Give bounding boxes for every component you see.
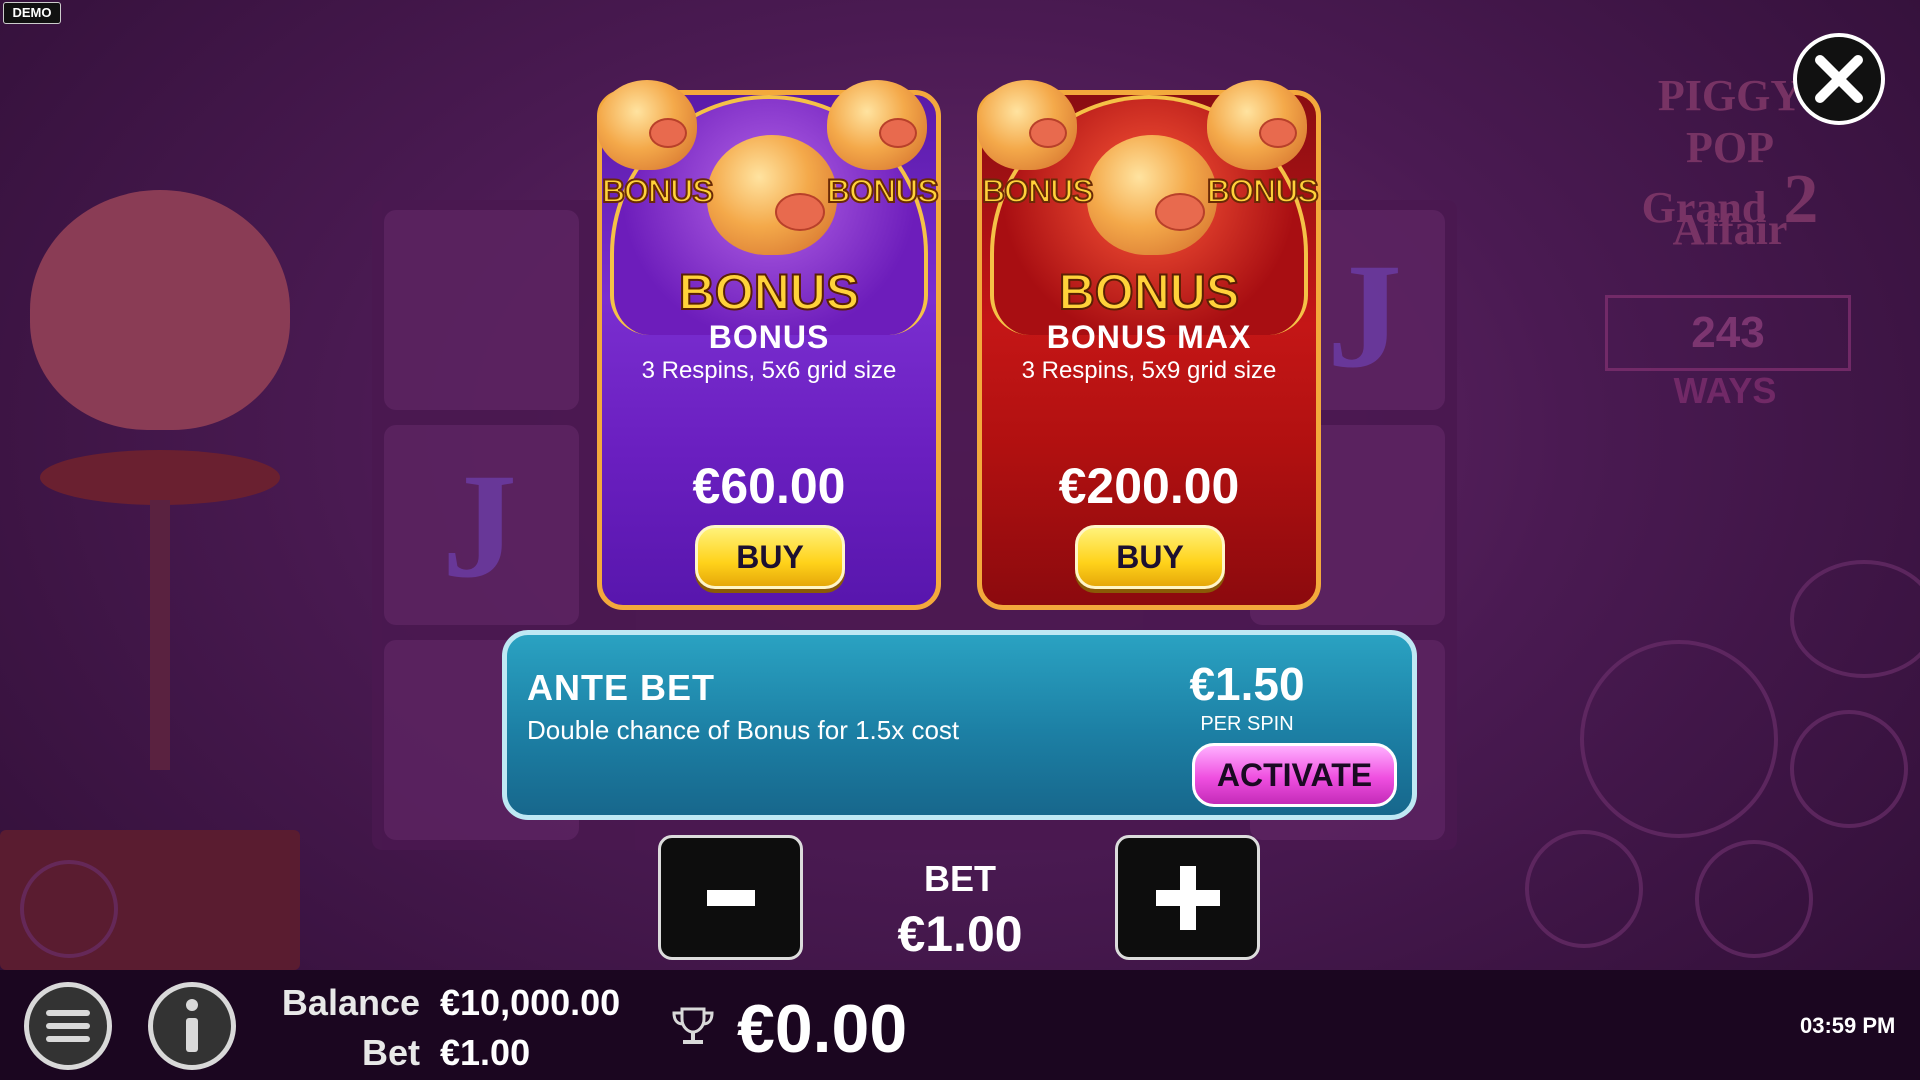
decrease-bet-button[interactable] — [658, 835, 803, 960]
info-icon — [186, 999, 198, 1052]
activate-ante-bet-button[interactable]: ACTIVATE — [1192, 743, 1397, 807]
bonus-symbol-label: BONUS — [826, 172, 940, 210]
bonus-max-card: BONUS BONUS BONUS BONUS MAX 3 Respins, 5… — [977, 80, 1321, 610]
bet-value: €1.00 — [897, 906, 1023, 962]
close-button[interactable] — [1793, 33, 1885, 125]
increase-bet-button[interactable] — [1115, 835, 1260, 960]
bonus-card-price: €200.00 — [1058, 458, 1240, 514]
bonus-symbol-label: BONUS — [678, 263, 861, 321]
background-reel-symbol-j: J — [442, 443, 517, 609]
logo-line: Affair — [1672, 205, 1788, 254]
footer-bet-value: €1.00 — [440, 1032, 531, 1073]
logo-line: POP — [1686, 123, 1774, 172]
trophy-icon — [672, 1007, 714, 1044]
background-pig-illustration — [30, 190, 290, 430]
pig-icon — [977, 80, 1077, 170]
bonus-symbol-label: BONUS — [981, 172, 1095, 210]
pig-icon — [1207, 80, 1307, 170]
background-auto-button — [1695, 840, 1813, 958]
menu-icon — [46, 1010, 90, 1042]
ante-bet-per-spin-label: PER SPIN — [1200, 713, 1294, 735]
balance-value: €10,000.00 — [440, 982, 621, 1023]
ways-counter: 243 — [1605, 295, 1851, 371]
pig-icon — [597, 80, 697, 170]
clock: 03:59 PM — [1800, 1013, 1896, 1038]
bonus-card-description: 3 Respins, 5x6 grid size — [641, 357, 897, 384]
background-spin-button — [1580, 640, 1778, 838]
bonus-symbol-label: BONUS — [1058, 263, 1241, 321]
ante-bet-price: €1.50 — [1189, 658, 1305, 710]
ways-label: WAYS — [1673, 370, 1777, 411]
bonus-symbol-label: BONUS — [601, 172, 715, 210]
background-sound-button — [20, 860, 118, 958]
bonus-card-title: BONUS MAX — [1046, 319, 1252, 355]
ante-bet-panel: ANTE BET Double chance of Bonus for 1.5x… — [502, 630, 1417, 820]
buy-bonus-button[interactable]: BUY — [695, 525, 845, 589]
pig-icon — [827, 80, 927, 170]
background-turbo-button — [1525, 830, 1643, 948]
logo-line: 2 — [1783, 161, 1819, 238]
plus-icon — [1155, 865, 1220, 930]
background-stand — [40, 450, 280, 505]
bonus-card-price: €60.00 — [692, 458, 846, 514]
balance-label: Balance — [281, 982, 420, 1023]
background-reel-symbol-j: J — [1327, 233, 1402, 399]
footer-bet-label: Bet — [361, 1032, 420, 1073]
bonus-card-description: 3 Respins, 5x9 grid size — [1021, 357, 1277, 384]
background-pole — [150, 500, 170, 770]
close-icon — [1815, 55, 1863, 103]
bet-label: BET — [924, 858, 996, 899]
minus-icon — [706, 889, 755, 906]
ante-bet-title: ANTE BET — [527, 667, 715, 708]
bonus-symbol-label: BONUS — [1206, 172, 1320, 210]
bonus-card-title: BONUS — [708, 319, 830, 355]
bonus-card: BONUS BONUS BONUS BONUS 3 Respins, 5x6 g… — [597, 80, 941, 610]
win-amount: €0.00 — [737, 991, 908, 1067]
buy-bonus-max-button[interactable]: BUY — [1075, 525, 1225, 589]
ante-bet-description: Double chance of Bonus for 1.5x cost — [527, 715, 960, 745]
demo-badge: DEMO — [3, 2, 61, 24]
background-coins-button — [1790, 710, 1908, 828]
menu-button[interactable] — [24, 982, 112, 1070]
info-button[interactable] — [148, 982, 236, 1070]
background-reel-cell — [384, 210, 579, 410]
pig-icon — [1087, 135, 1217, 255]
pig-icon — [707, 135, 837, 255]
